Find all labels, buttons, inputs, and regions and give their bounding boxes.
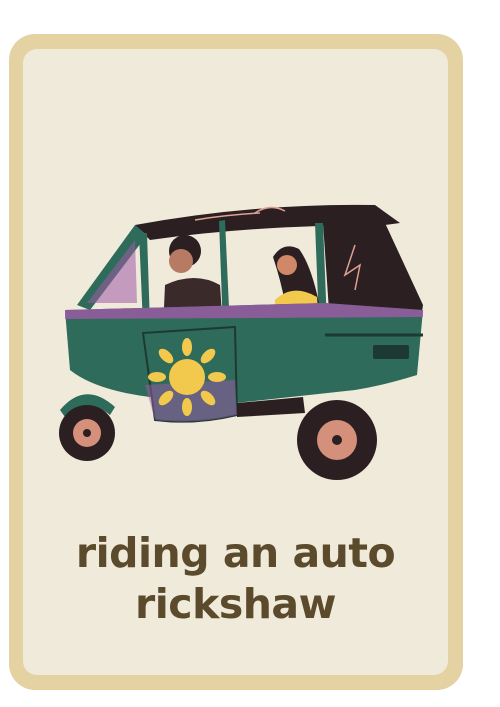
sun-motif-icon [148, 338, 226, 416]
caption-line-2: rickshaw [135, 580, 336, 628]
front-wheel [59, 405, 115, 461]
rear-wheel [297, 400, 377, 480]
card-caption: riding an auto rickshaw [23, 528, 448, 630]
caption-line-1: riding an auto [75, 529, 396, 577]
auto-rickshaw-icon [59, 204, 423, 480]
